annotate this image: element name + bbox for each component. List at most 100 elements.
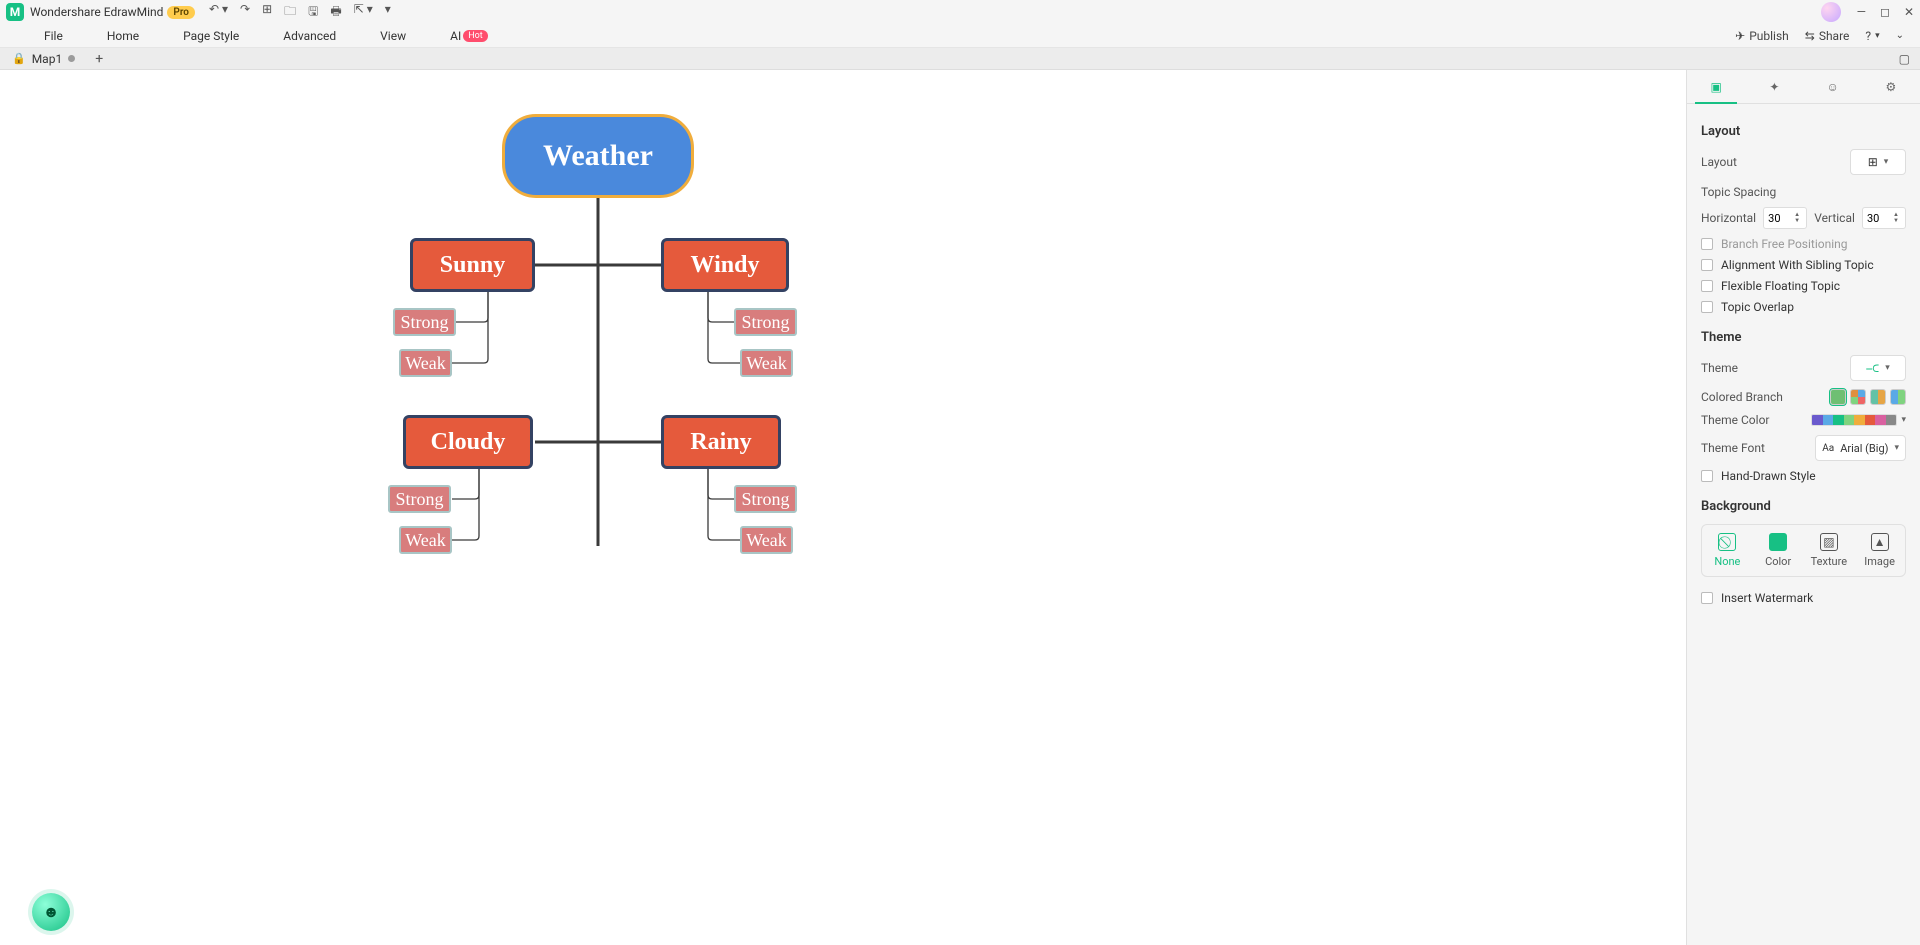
theme-font-dropdown[interactable]: Aa Arial (Big) ▾ [1815, 435, 1906, 461]
window-maximize-icon[interactable]: ◻ [1880, 5, 1890, 19]
menu-ai-label: AI [450, 29, 461, 43]
hot-badge: Hot [463, 30, 488, 42]
none-icon: ⃠ [1718, 533, 1736, 551]
layout-label: Layout [1701, 155, 1737, 169]
share-icon: ⇆ [1805, 29, 1815, 43]
open-icon[interactable]: 🗀 [284, 2, 296, 23]
user-avatar[interactable] [1821, 2, 1841, 22]
save-icon[interactable]: 🖫 [308, 2, 318, 23]
node-rainy-strong[interactable]: Strong [734, 485, 797, 513]
colored-branch-swatches [1830, 389, 1906, 405]
layout-heading: Layout [1701, 124, 1906, 139]
vertical-input[interactable] [1863, 212, 1891, 225]
check-hand-drawn[interactable]: Hand-Drawn Style [1701, 469, 1906, 483]
canvas[interactable]: Weather Sunny Strong Weak Windy Strong W… [0, 70, 1686, 945]
theme-color-picker[interactable] [1811, 414, 1897, 426]
check-watermark[interactable]: Insert Watermark [1701, 591, 1906, 605]
bg-texture[interactable]: ▨ Texture [1804, 525, 1855, 576]
background-heading: Background [1701, 499, 1906, 514]
help-button[interactable]: ? ▾ [1865, 29, 1879, 43]
checkbox-icon [1701, 470, 1713, 482]
checkbox-icon [1701, 238, 1713, 250]
node-root[interactable]: Weather [502, 114, 694, 198]
spin-down-icon[interactable]: ▼ [1794, 218, 1804, 224]
theme-dropdown[interactable]: ⎯⊂ ▾ [1850, 355, 1906, 381]
checkbox-icon [1701, 259, 1713, 271]
menu-advanced[interactable]: Advanced [261, 29, 358, 43]
chevron-down-icon[interactable]: ▾ [1901, 415, 1906, 425]
theme-preview-icon: ⎯⊂ [1866, 361, 1879, 376]
menu-chevron-down-icon[interactable]: ⌄ [1896, 30, 1904, 41]
redo-icon[interactable]: ↷ [240, 2, 250, 23]
tab-label: Map1 [32, 52, 63, 66]
ai-assistant-bubble[interactable]: ☻ [32, 893, 70, 931]
app-name: Wondershare EdrawMind [30, 5, 163, 19]
checkbox-icon [1701, 301, 1713, 313]
panel-tab-settings[interactable]: ⚙ [1862, 70, 1920, 103]
panel-tab-page[interactable]: ▣ [1687, 70, 1745, 103]
horizontal-input[interactable] [1764, 212, 1792, 225]
toggle-panel-icon[interactable]: ▢ [1889, 52, 1920, 66]
swatch-1[interactable] [1830, 389, 1846, 405]
node-rainy[interactable]: Rainy [661, 415, 781, 469]
spin-down-icon[interactable]: ▼ [1893, 218, 1903, 224]
chevron-down-icon: ▾ [1894, 443, 1899, 453]
connector-layer [0, 70, 1686, 945]
spacing-label: Topic Spacing [1701, 185, 1906, 199]
horizontal-spinner[interactable]: ▲▼ [1763, 207, 1807, 229]
panel-tab-ai[interactable]: ✦ [1745, 70, 1803, 103]
vertical-spinner[interactable]: ▲▼ [1862, 207, 1906, 229]
publish-icon: ✈ [1735, 29, 1745, 43]
app-logo-icon: M [6, 3, 24, 21]
node-sunny-weak[interactable]: Weak [399, 349, 452, 377]
menu-view[interactable]: View [358, 29, 428, 43]
publish-button[interactable]: ✈ Publish [1735, 29, 1789, 43]
share-button[interactable]: ⇆ Share [1805, 29, 1850, 43]
check-overlap[interactable]: Topic Overlap [1701, 300, 1906, 314]
colored-branch-label: Colored Branch [1701, 390, 1783, 404]
bg-color[interactable]: Color [1753, 525, 1804, 576]
side-panel: ▣ ✦ ☺ ⚙ Layout Layout ⊞ ▾ Topic Spacing … [1686, 70, 1920, 945]
node-windy-strong[interactable]: Strong [734, 308, 797, 336]
node-cloudy-strong[interactable]: Strong [388, 485, 451, 513]
node-windy-weak[interactable]: Weak [740, 349, 793, 377]
bg-none[interactable]: ⃠ None [1702, 525, 1753, 576]
vertical-label: Vertical [1814, 211, 1855, 225]
check-branch-free[interactable]: Branch Free Positioning [1701, 237, 1906, 251]
chevron-down-icon: ▾ [1875, 31, 1880, 41]
qat-more-icon[interactable]: ▾ [385, 2, 391, 23]
tab-bar: 🔒 Map1 + ▢ [0, 48, 1920, 70]
node-rainy-weak[interactable]: Weak [740, 526, 793, 554]
robot-icon: ☻ [43, 902, 60, 922]
texture-icon: ▨ [1820, 533, 1838, 551]
pro-badge: Pro [167, 6, 195, 19]
node-sunny-strong[interactable]: Strong [393, 308, 456, 336]
export-icon[interactable]: ⇱ ▾ [354, 2, 373, 23]
menu-page-style[interactable]: Page Style [161, 29, 261, 43]
menu-file[interactable]: File [22, 29, 85, 43]
window-close-icon[interactable]: ✕ [1904, 5, 1914, 19]
menu-home[interactable]: Home [85, 29, 161, 43]
menu-ai[interactable]: AI Hot [428, 29, 510, 43]
lock-icon: 🔒 [12, 52, 26, 65]
panel-tab-security[interactable]: ☺ [1804, 70, 1862, 103]
swatch-4[interactable] [1890, 389, 1906, 405]
chevron-down-icon: ▾ [1885, 363, 1890, 373]
node-windy[interactable]: Windy [661, 238, 789, 292]
undo-icon[interactable]: ↶ ▾ [209, 2, 228, 23]
layout-dropdown[interactable]: ⊞ ▾ [1850, 149, 1906, 175]
node-cloudy-weak[interactable]: Weak [399, 526, 452, 554]
node-sunny[interactable]: Sunny [410, 238, 535, 292]
new-icon[interactable]: ⊞ [262, 2, 272, 23]
node-cloudy[interactable]: Cloudy [403, 415, 533, 469]
print-icon[interactable]: 🖶 [330, 2, 341, 23]
window-minimize-icon[interactable]: ― [1857, 5, 1866, 19]
bg-image[interactable]: ▲ Image [1854, 525, 1905, 576]
swatch-2[interactable] [1850, 389, 1866, 405]
swatch-3[interactable] [1870, 389, 1886, 405]
check-flex-float[interactable]: Flexible Floating Topic [1701, 279, 1906, 293]
sparkle-icon: ✦ [1769, 80, 1779, 94]
new-tab-button[interactable]: + [87, 51, 111, 67]
check-align-sibling[interactable]: Alignment With Sibling Topic [1701, 258, 1906, 272]
document-tab[interactable]: 🔒 Map1 [0, 48, 87, 69]
